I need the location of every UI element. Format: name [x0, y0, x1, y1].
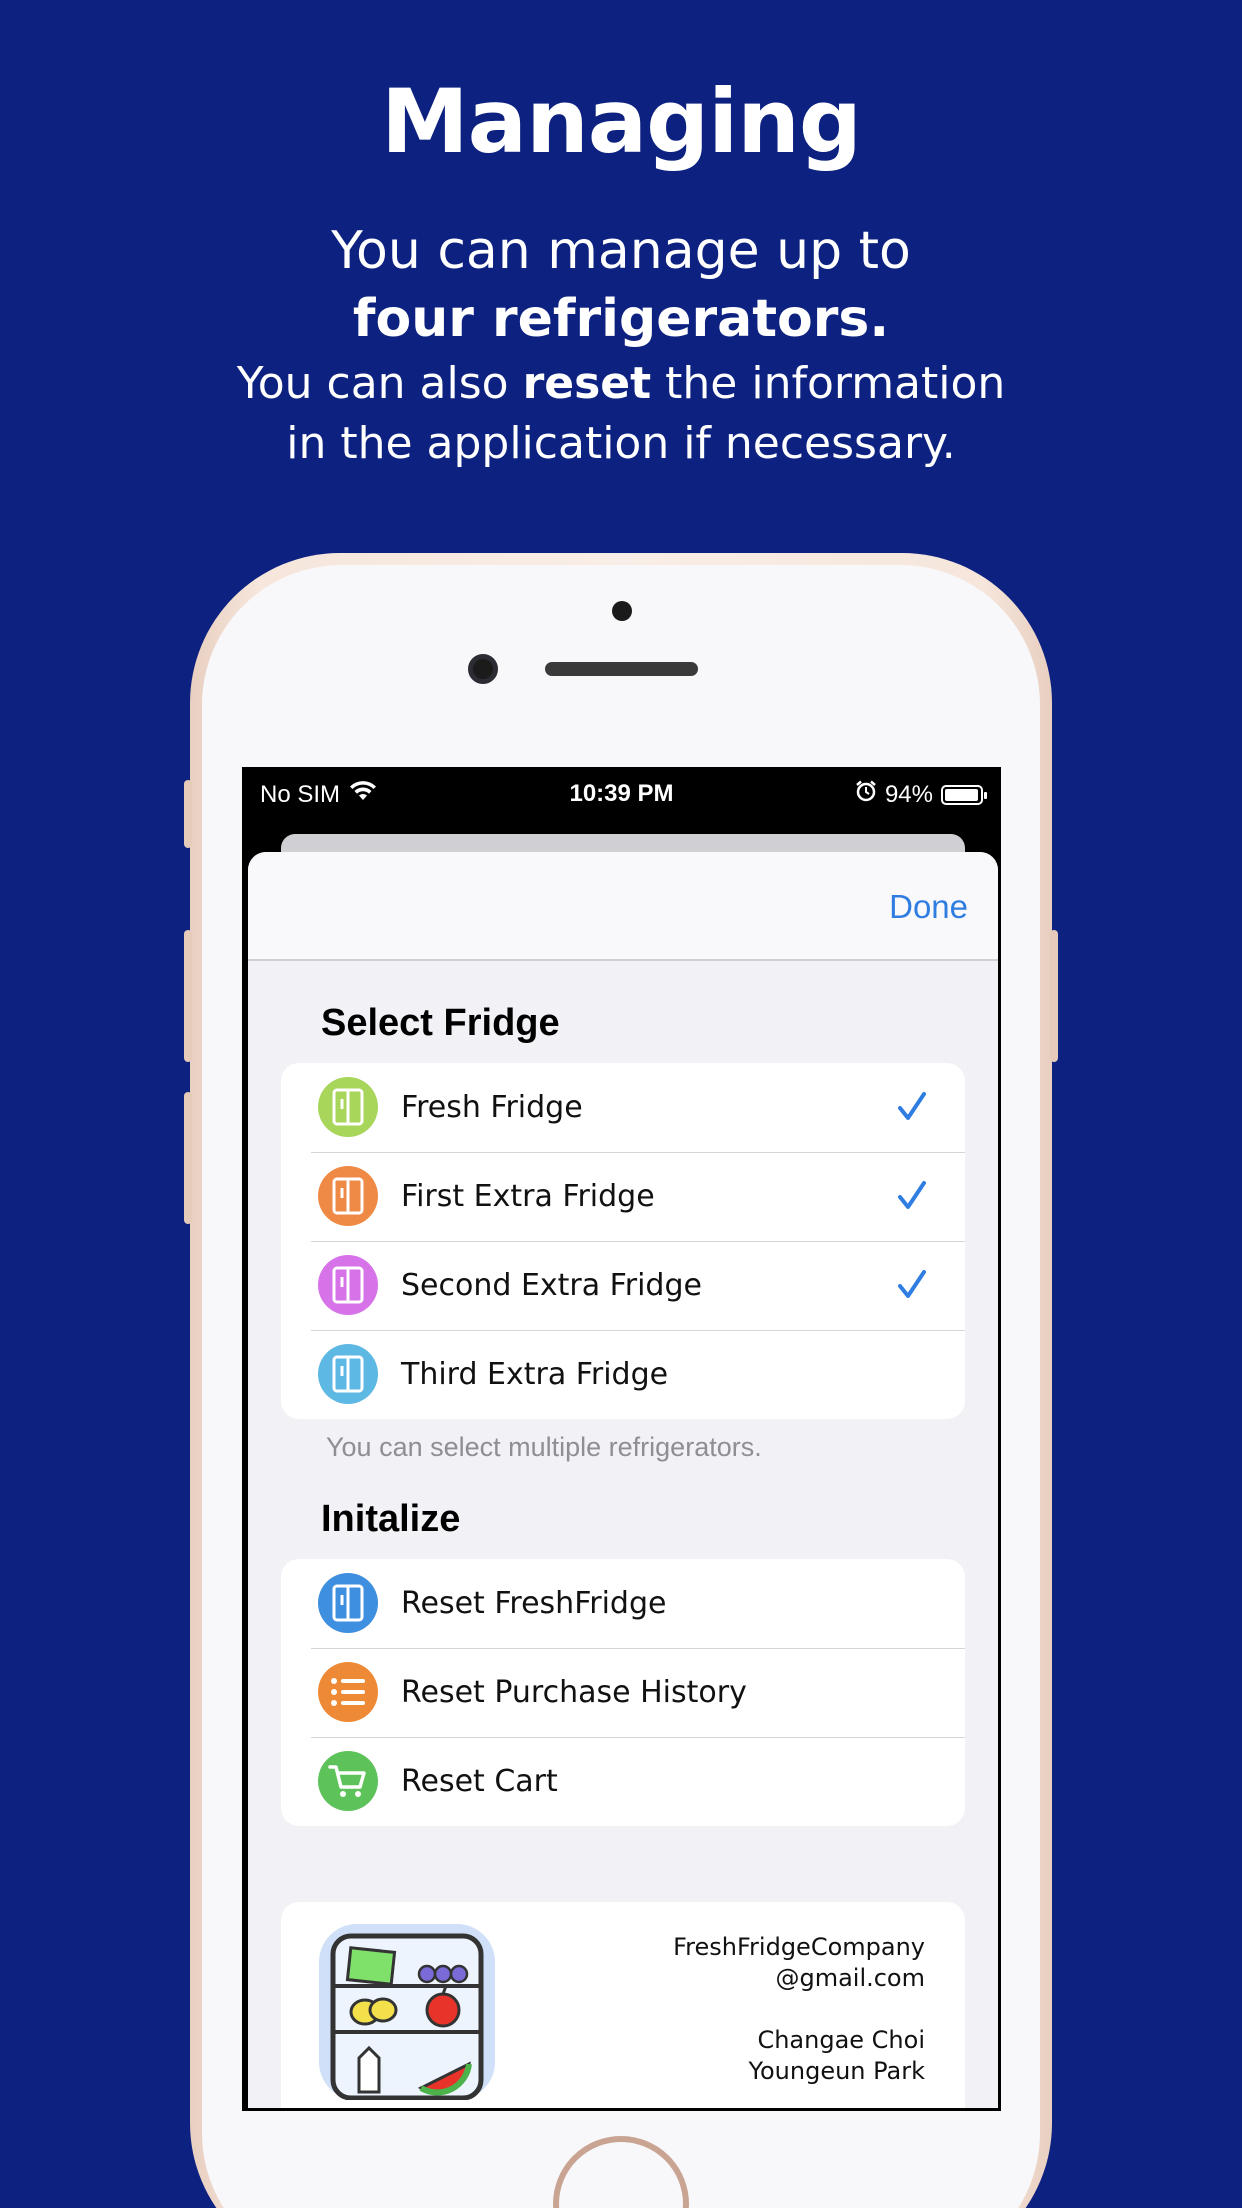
- alarm-icon: [855, 780, 877, 809]
- fridge-icon: [318, 1344, 378, 1404]
- settings-sheet: Done Select Fridge Fresh Fridge First Ex…: [248, 852, 998, 2108]
- reset-cart-row[interactable]: Reset Cart: [281, 1737, 965, 1826]
- contact-email-line-1: FreshFridgeCompany: [673, 1933, 925, 1961]
- app-logo-icon: [319, 1924, 495, 2101]
- credit-text: FreshFridgeCompany @gmail.com Changae Ch…: [673, 1932, 925, 2087]
- battery-icon: [941, 784, 987, 805]
- fridge-row-third-extra[interactable]: Third Extra Fridge: [281, 1330, 965, 1419]
- fridge-row-second-extra[interactable]: Second Extra Fridge: [281, 1241, 965, 1330]
- checkmark-icon: [897, 1269, 927, 1306]
- promo-headline: Managing: [381, 70, 862, 173]
- fridge-row-label: Third Extra Fridge: [401, 1357, 669, 1392]
- checkmark-icon: [897, 1091, 927, 1128]
- power-button: [1050, 930, 1058, 1062]
- done-button[interactable]: Done: [889, 888, 968, 926]
- credits-card: FreshFridgeCompany @gmail.com Changae Ch…: [281, 1902, 965, 2108]
- fridge-row-label: Fresh Fridge: [401, 1090, 583, 1125]
- list-icon: [318, 1662, 378, 1722]
- proximity-sensor: [612, 601, 632, 621]
- promo-line-3: You can also reset the information: [236, 358, 1006, 409]
- cart-icon: [318, 1751, 378, 1811]
- fridge-icon: [318, 1255, 378, 1315]
- reset-freshfridge-row[interactable]: Reset FreshFridge: [281, 1559, 965, 1648]
- promo-subtext: You can manage up to four refrigerators.…: [0, 218, 1242, 474]
- promo-line-1: You can manage up to: [331, 221, 911, 281]
- reset-row-label: Reset Cart: [401, 1764, 558, 1799]
- promo-line-4: in the application if necessary.: [286, 418, 956, 469]
- fridge-row-label: First Extra Fridge: [401, 1179, 655, 1214]
- initialize-list: Reset FreshFridge Reset Purchase History…: [281, 1559, 965, 1826]
- fridge-row-label: Second Extra Fridge: [401, 1268, 702, 1303]
- volume-down-button: [184, 1092, 192, 1224]
- mute-switch: [184, 780, 192, 848]
- select-fridge-list: Fresh Fridge First Extra Fridge Second E…: [281, 1063, 965, 1419]
- nav-bar: Done: [248, 852, 998, 961]
- fridge-icon: [318, 1166, 378, 1226]
- volume-up-button: [184, 930, 192, 1062]
- fridge-row-fresh[interactable]: Fresh Fridge: [281, 1063, 965, 1152]
- earpiece-speaker: [545, 662, 698, 676]
- initialize-title: Initalize: [321, 1498, 461, 1540]
- promo-line-2: four refrigerators.: [352, 289, 890, 349]
- reset-purchase-history-row[interactable]: Reset Purchase History: [281, 1648, 965, 1737]
- fridge-icon: [318, 1573, 378, 1633]
- author-name-2: Youngeun Park: [748, 2057, 926, 2085]
- contact-email-line-2: @gmail.com: [775, 1964, 925, 1992]
- checkmark-icon: [897, 1180, 927, 1217]
- phone-screen: No SIM 10:39 PM 94% Done Select Fridge F…: [242, 767, 1001, 2111]
- select-fridge-title: Select Fridge: [321, 1002, 560, 1044]
- front-camera: [468, 654, 498, 684]
- author-name-1: Changae Choi: [757, 2026, 925, 2054]
- fridge-row-first-extra[interactable]: First Extra Fridge: [281, 1152, 965, 1241]
- fridge-icon: [318, 1077, 378, 1137]
- battery-percent: 94%: [884, 780, 933, 808]
- select-fridge-footnote: You can select multiple refrigerators.: [326, 1432, 762, 1462]
- reset-row-label: Reset FreshFridge: [401, 1586, 667, 1621]
- promo-line-3-bold: reset: [522, 358, 652, 409]
- reset-row-label: Reset Purchase History: [401, 1675, 747, 1710]
- status-bar: No SIM 10:39 PM 94%: [245, 770, 998, 820]
